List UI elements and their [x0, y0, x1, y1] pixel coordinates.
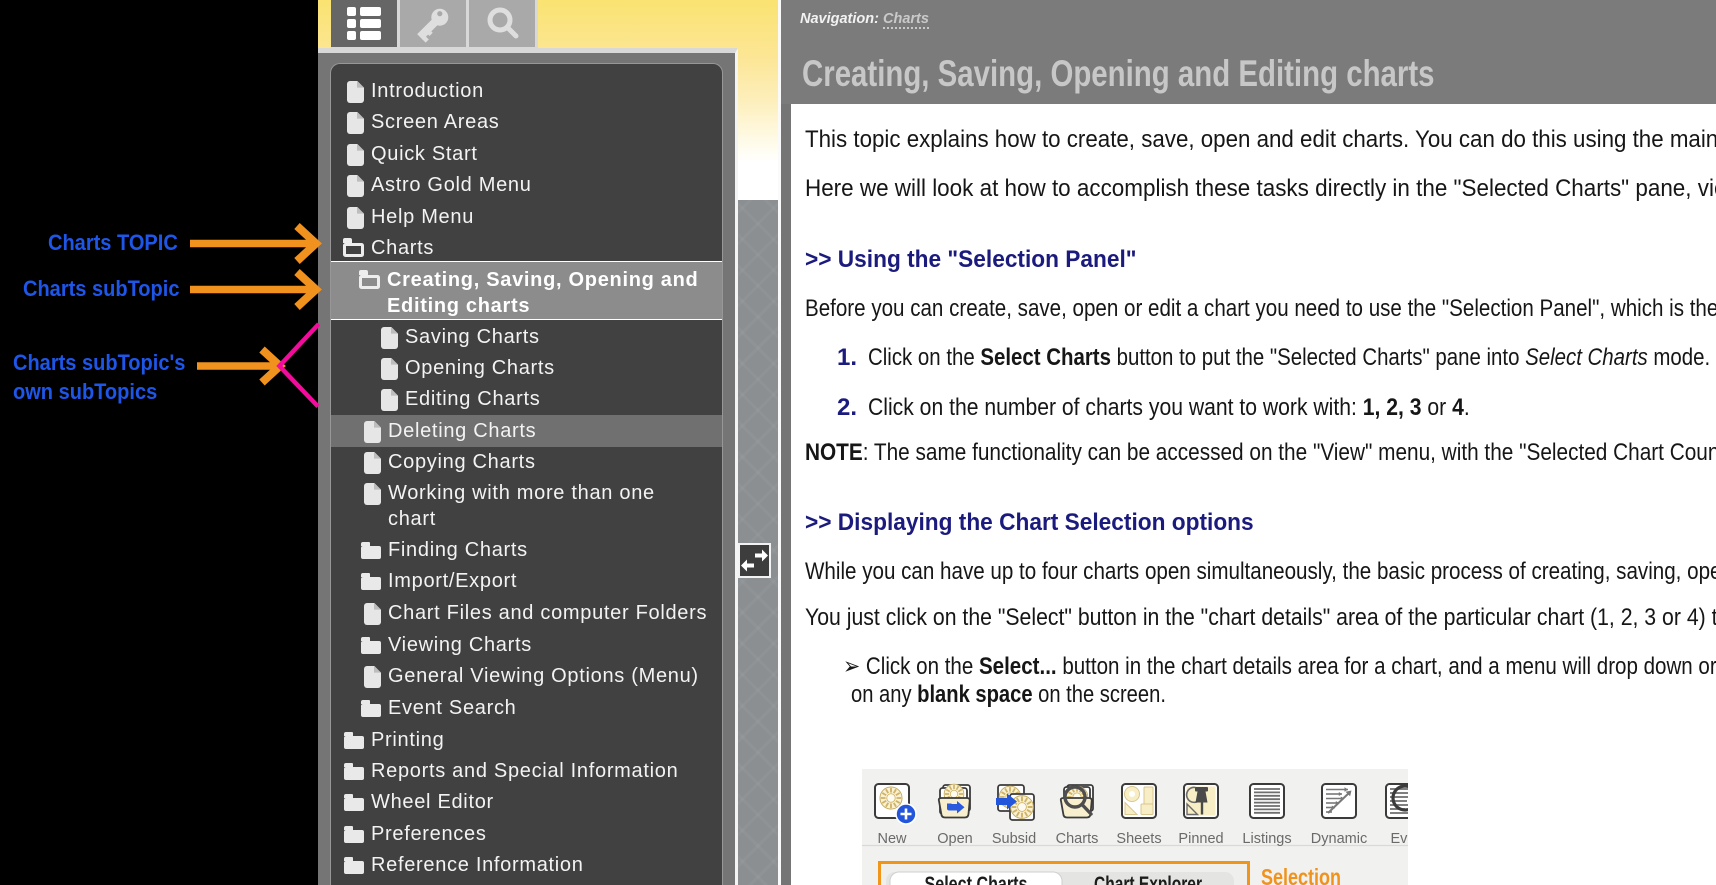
svg-text:Subsid: Subsid	[992, 831, 1036, 847]
svg-text:Listings: Listings	[1242, 831, 1291, 847]
svg-text:Chart Explorer: Chart Explorer	[1094, 873, 1202, 885]
svg-text:Selection: Selection	[1261, 864, 1341, 885]
svg-text:Select Charts: Select Charts	[925, 873, 1028, 885]
svg-text:Open: Open	[937, 831, 972, 847]
svg-text:Charts: Charts	[1056, 831, 1099, 847]
svg-text:Sheets: Sheets	[1116, 831, 1161, 847]
svg-text:New: New	[877, 831, 907, 847]
svg-text:Dynamic: Dynamic	[1311, 831, 1367, 847]
svg-text:Eve: Eve	[1391, 831, 1409, 847]
svg-text:Pinned: Pinned	[1178, 831, 1223, 847]
